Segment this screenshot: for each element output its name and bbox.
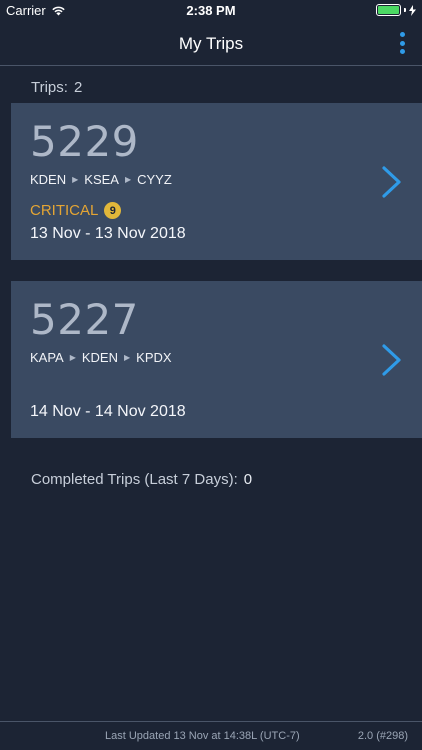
battery-icon [376,4,401,16]
trip-card[interactable]: 5227 KAPA ▶ KDEN ▶ KPDX 14 Nov - 14 Nov … [11,281,422,438]
nav-bar: My Trips [0,22,422,66]
trips-count: Trips: 2 [31,79,88,96]
route-arrow-icon: ▶ [69,353,76,362]
route-airport: KDEN [30,172,67,187]
route-arrow-icon: ▶ [124,175,132,184]
screen: Carrier 2:38 PM My Trips Trips: 2 5229 K… [0,0,422,750]
route-airport: CYYZ [137,172,172,187]
trip-route: KAPA ▶ KDEN ▶ KPDX [30,350,172,365]
status-bar-right [376,4,416,16]
trips-count-value: 2 [73,79,83,96]
charging-icon [409,4,416,16]
more-vertical-icon [399,32,405,37]
route-airport: KAPA [30,350,64,365]
status-count-badge: 9 [104,202,122,219]
trip-card[interactable]: 5229 KDEN ▶ KSEA ▶ CYYZ CRITICAL 9 13 No… [11,103,422,260]
trip-dates: 13 Nov - 13 Nov 2018 [30,225,186,242]
trip-dates: 14 Nov - 14 Nov 2018 [30,403,186,420]
route-arrow-icon: ▶ [124,353,131,362]
completed-trips-label: Completed Trips (Last 7 Days): [31,471,238,488]
completed-trips: Completed Trips (Last 7 Days): 0 [31,471,252,488]
last-updated-text: Last Updated 13 Nov at 14:38L (UTC-7) [105,730,300,742]
route-airport: KSEA [84,172,119,187]
battery-cap [404,8,406,12]
page-title: My Trips [178,34,244,53]
trip-status: CRITICAL 9 [30,202,122,219]
route-airport: KDEN [81,350,118,365]
battery-fill [378,6,399,14]
app-version: 2.0 (#298) [357,730,408,742]
more-vertical-icon-dot [399,40,405,46]
route-airport: KPDX [136,350,172,365]
more-vertical-icon-dot [399,49,405,54]
completed-trips-count: 0 [243,471,253,488]
footer: Last Updated 13 Nov at 14:38L (UTC-7) 2.… [0,721,422,750]
trip-status-label: CRITICAL [30,202,99,219]
status-bar: Carrier 2:38 PM [0,0,422,22]
trip-number: 5229 [30,117,139,166]
trips-count-label: Trips: [31,79,68,96]
status-time: 2:38 PM [186,3,236,18]
more-options-button[interactable] [396,32,408,54]
chevron-right-icon [382,166,401,198]
chevron-right-icon [382,344,401,376]
trip-number: 5227 [30,295,139,344]
trip-route: KDEN ▶ KSEA ▶ CYYZ [30,172,172,187]
route-arrow-icon: ▶ [72,175,79,184]
